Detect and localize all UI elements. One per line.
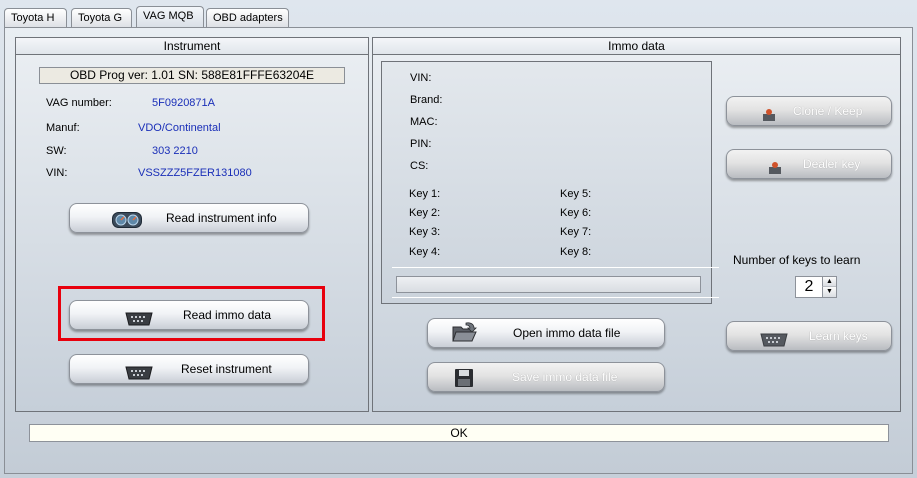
save-immo-data-file-button[interactable]: Save immo data file [427,362,665,392]
reset-instrument-label: Reset instrument [181,362,272,376]
immo-mac-label: MAC: [410,116,438,128]
clone-keep-label: Clone / Keep [793,104,863,118]
instrument-group-title: Instrument [16,38,368,55]
immo-data-group-title: Immo data [373,38,900,55]
dealer-key-label: Dealer key [803,157,861,171]
read-instrument-info-button[interactable]: Read instrument info [69,203,309,233]
learn-keys-label: Learn keys [809,329,868,343]
key-7-label: Key 7: [560,226,592,238]
tab-toyota-g[interactable]: Toyota G [71,8,132,28]
dashboard-icon [112,210,142,238]
sw-value: 303 2210 [152,145,198,157]
tab-obd-adapters[interactable]: OBD adapters [206,8,289,28]
progress-bar [396,276,701,293]
spin-up-icon[interactable]: ▲ [822,277,836,287]
vin-label: VIN: [46,167,68,179]
sw-label: SW: [46,145,67,157]
vag-number-value: 5F0920871A [152,97,215,109]
read-instrument-info-label: Read instrument info [166,211,277,225]
key-2-label: Key 2: [409,207,441,219]
key-5-label: Key 5: [560,188,592,200]
key-3-label: Key 3: [409,226,441,238]
divider [392,267,719,268]
immo-data-group: Immo data [372,37,901,412]
key-icon [767,157,783,185]
read-immo-data-button[interactable]: Read immo data [69,300,309,330]
obd-connector-icon [124,362,154,390]
vin-value: VSSZZZ5FZER131080 [138,167,252,179]
key-8-label: Key 8: [560,246,592,258]
read-immo-data-label: Read immo data [183,308,272,322]
save-disk-icon [454,368,474,398]
spin-down-icon[interactable]: ▼ [822,287,836,297]
version-box: OBD Prog ver: 1.01 SN: 588E81FFFE63204E [39,67,345,84]
key-icon [761,104,777,132]
obd-connector-icon [124,308,154,336]
reset-instrument-button[interactable]: Reset instrument [69,354,309,384]
num-keys-spinner[interactable]: 2 ▲ ▼ [795,276,837,298]
manuf-value: VDO/Continental [138,122,221,134]
tab-vag-mqb[interactable]: VAG MQB [136,6,204,28]
obd-connector-icon [759,329,789,357]
save-immo-data-file-label: Save immo data file [512,370,618,384]
open-folder-icon [452,321,478,353]
app-window: Toyota H Toyota G VAG MQB OBD adapters I… [0,0,917,478]
key-1-label: Key 1: [409,188,441,200]
manuf-label: Manuf: [46,122,80,134]
dealer-key-button[interactable]: Dealer key [726,149,892,179]
immo-cs-label: CS: [410,160,429,172]
learn-keys-button[interactable]: Learn keys [726,321,892,351]
clone-keep-button[interactable]: Clone / Keep [726,96,892,126]
key-4-label: Key 4: [409,246,441,258]
num-keys-label: Number of keys to learn [733,253,861,267]
vag-number-label: VAG number: [46,97,112,109]
immo-pin-label: PIN: [410,138,432,150]
immo-vin-label: VIN: [410,72,432,84]
status-bar: OK [29,424,889,442]
open-immo-data-file-button[interactable]: Open immo data file [427,318,665,348]
divider [392,297,719,298]
key-6-label: Key 6: [560,207,592,219]
immo-brand-label: Brand: [410,94,443,106]
open-immo-data-file-label: Open immo data file [513,326,621,340]
num-keys-value[interactable]: 2 [796,277,822,297]
tab-toyota-h[interactable]: Toyota H [4,8,67,28]
